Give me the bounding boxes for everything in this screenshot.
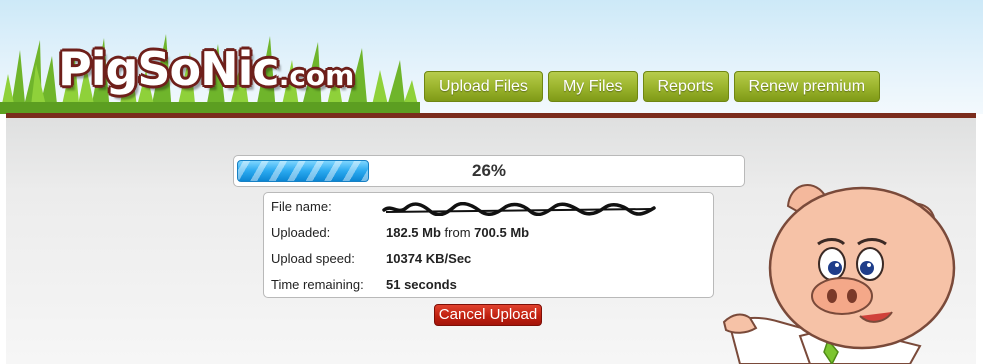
uploaded-total: 700.5 Mb — [474, 225, 530, 240]
nav-upload-files-button[interactable]: Upload Files — [424, 71, 543, 102]
file-name-row: File name: — [264, 199, 715, 217]
cancel-upload-button[interactable]: Cancel Upload — [434, 304, 542, 326]
upload-speed-row: Upload speed: 10374 KB/Sec — [264, 251, 715, 269]
pig-mascot-illustration — [722, 184, 956, 364]
upload-progress-bar: 26% — [233, 155, 745, 187]
uploaded-value: 182.5 Mb from 700.5 Mb — [386, 225, 529, 240]
uploaded-amount: 182.5 Mb — [386, 225, 441, 240]
uploaded-row: Uploaded: 182.5 Mb from 700.5 Mb — [264, 225, 715, 243]
uploaded-label: Uploaded: — [271, 225, 331, 240]
upload-speed-value: 10374 KB/Sec — [386, 251, 472, 266]
upload-speed-label: Upload speed: — [271, 251, 355, 266]
nav-renew-premium-button[interactable]: Renew premium — [733, 71, 881, 102]
nav-reports-button[interactable]: Reports — [642, 71, 729, 102]
time-remaining-value: 51 seconds — [386, 277, 457, 292]
site-header: PigSoNic.com Upload Files My Files Repor… — [0, 0, 983, 114]
time-remaining-row: Time remaining: 51 seconds — [264, 277, 715, 295]
file-name-label: File name: — [271, 199, 332, 214]
nav-my-files-button[interactable]: My Files — [547, 71, 638, 102]
progress-percent-text: 26% — [471, 161, 507, 180]
redacted-file-name — [382, 202, 656, 216]
main-nav: Upload Files My Files Reports Renew prem… — [424, 71, 881, 102]
upload-info-panel: File name: Uploaded: 182.5 Mb from 700.5… — [263, 192, 714, 298]
time-remaining-label: Time remaining: — [271, 277, 364, 292]
site-logo[interactable]: PigSoNic.com — [58, 46, 354, 92]
uploaded-from-word: from — [444, 225, 471, 240]
